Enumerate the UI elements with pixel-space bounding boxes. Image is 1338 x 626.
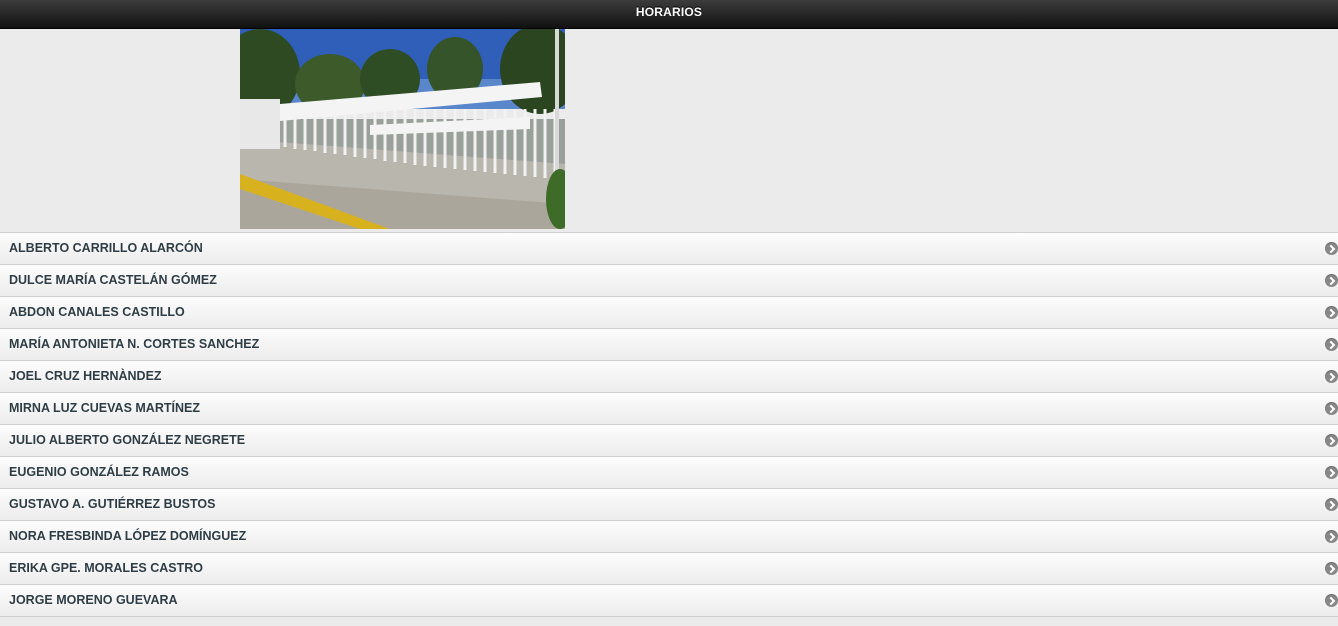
list-item[interactable]: DULCE MARÍA CASTELÁN GÓMEZ [0, 265, 1338, 297]
list-item[interactable]: JOEL CRUZ HERNÀNDEZ [0, 361, 1338, 393]
chevron-right-circle-icon [1325, 466, 1338, 479]
list-item-label: JORGE MORENO GUEVARA [9, 593, 178, 607]
list-item-label: ABDON CANALES CASTILLO [9, 305, 185, 319]
list-item[interactable]: NORA FRESBINDA LÓPEZ DOMÍNGUEZ [0, 521, 1338, 553]
chevron-right-circle-icon [1325, 370, 1338, 383]
header-bar: HORARIOS [0, 0, 1338, 29]
list-item-label: NORA FRESBINDA LÓPEZ DOMÍNGUEZ [9, 529, 247, 543]
list-item[interactable]: JULIO ALBERTO GONZÁLEZ NEGRETE [0, 425, 1338, 457]
chevron-right-circle-icon [1325, 338, 1338, 351]
list-item[interactable]: ABDON CANALES CASTILLO [0, 297, 1338, 329]
chevron-right-circle-icon [1325, 562, 1338, 575]
list-item-label: DULCE MARÍA CASTELÁN GÓMEZ [9, 273, 217, 287]
list-item[interactable]: GUSTAVO A. GUTIÉRREZ BUSTOS [0, 489, 1338, 521]
list-item[interactable]: JORGE MORENO GUEVARA [0, 585, 1338, 617]
list-item-label: ALBERTO CARRILLO ALARCÓN [9, 241, 203, 255]
list-item-label: GUSTAVO A. GUTIÉRREZ BUSTOS [9, 497, 216, 511]
chevron-right-circle-icon [1325, 306, 1338, 319]
teacher-list: ALBERTO CARRILLO ALARCÓN DULCE MARÍA CAS… [0, 232, 1338, 617]
chevron-right-circle-icon [1325, 242, 1338, 255]
list-item[interactable]: MARÍA ANTONIETA N. CORTES SANCHEZ [0, 329, 1338, 361]
chevron-right-circle-icon [1325, 530, 1338, 543]
list-item[interactable]: EUGENIO GONZÁLEZ RAMOS [0, 457, 1338, 489]
page-title: HORARIOS [635, 5, 703, 19]
chevron-right-circle-icon [1325, 498, 1338, 511]
list-item[interactable]: ERIKA GPE. MORALES CASTRO [0, 553, 1338, 585]
hero-banner [0, 29, 1338, 232]
list-item-label: EUGENIO GONZÁLEZ RAMOS [9, 465, 189, 479]
chevron-right-circle-icon [1325, 594, 1338, 607]
chevron-right-circle-icon [1325, 434, 1338, 447]
list-item-label: JOEL CRUZ HERNÀNDEZ [9, 369, 162, 383]
chevron-right-circle-icon [1325, 402, 1338, 415]
list-item-label: MARÍA ANTONIETA N. CORTES SANCHEZ [9, 337, 260, 351]
chevron-right-circle-icon [1325, 274, 1338, 287]
school-entrance-photo [240, 29, 565, 229]
list-item-label: MIRNA LUZ CUEVAS MARTÍNEZ [9, 401, 200, 415]
list-item[interactable]: MIRNA LUZ CUEVAS MARTÍNEZ [0, 393, 1338, 425]
list-item[interactable]: ALBERTO CARRILLO ALARCÓN [0, 233, 1338, 265]
list-item-label: JULIO ALBERTO GONZÁLEZ NEGRETE [9, 433, 246, 447]
list-item-label: ERIKA GPE. MORALES CASTRO [9, 561, 203, 575]
